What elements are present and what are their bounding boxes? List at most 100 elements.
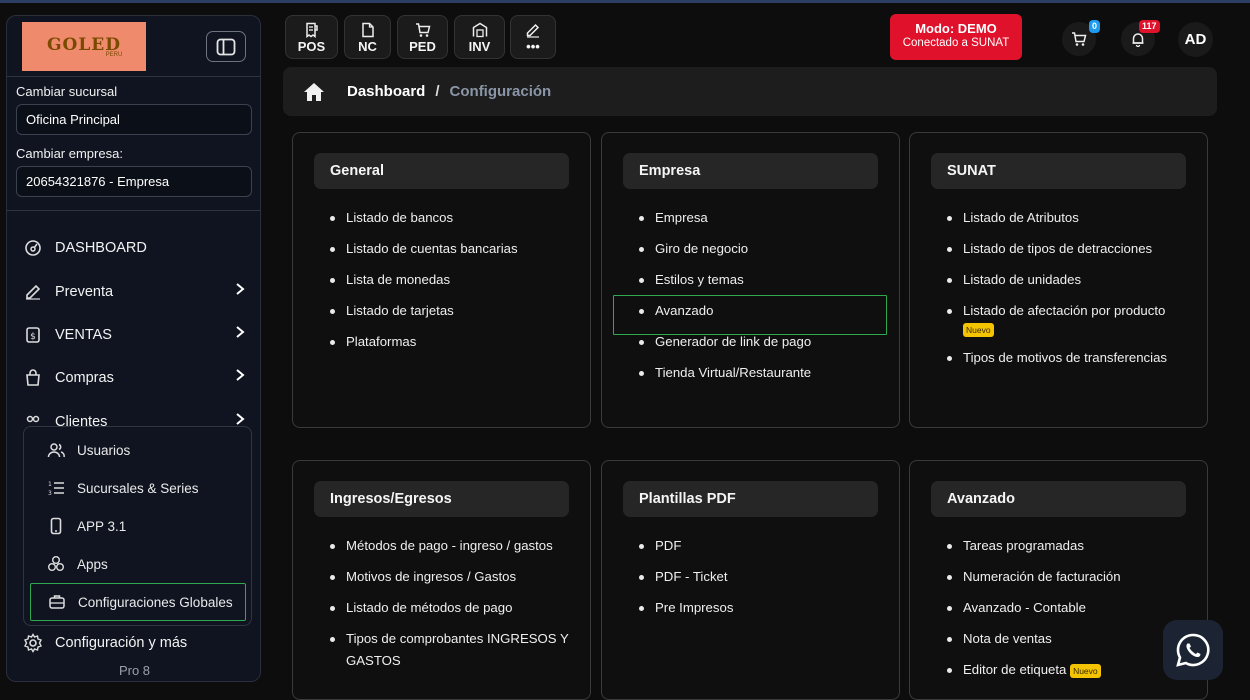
card-title: Ingresos/Egresos (314, 481, 569, 517)
card-list: Métodos de pago - ingreso / gastos Motiv… (293, 535, 590, 681)
card-general: General Listado de bancos Listado de cue… (292, 132, 591, 428)
toolbar-label: NC (358, 39, 377, 54)
cart-icon (415, 23, 430, 37)
gear-icon (23, 633, 43, 653)
list-item[interactable]: Listado de unidades (910, 269, 1207, 291)
list-item[interactable]: Giro de negocio (602, 238, 899, 260)
nav-label: Compras (55, 370, 114, 386)
whatsapp-icon (1176, 633, 1210, 667)
list-item[interactable]: Tipos de comprobantes INGRESOS Y GASTOS (293, 628, 590, 672)
list-item[interactable]: Listado de Atributos (910, 207, 1207, 229)
phone-icon (47, 517, 65, 535)
sidebar-toggle-button[interactable] (206, 31, 246, 62)
list-item[interactable]: Métodos de pago - ingreso / gastos (293, 535, 590, 557)
sidebar: GOLED PERU Cambiar sucursal Oficina Prin… (6, 15, 261, 682)
card-sunat: SUNAT Listado de Atributos Listado de ti… (909, 132, 1208, 428)
card-title: General (314, 153, 569, 189)
toolbar-label: INV (468, 39, 491, 54)
list-item[interactable]: Tipos de motivos de transferencias (910, 347, 1207, 369)
edit-icon (23, 282, 43, 302)
list-item[interactable]: PDF (602, 535, 899, 557)
submenu-item-configuraciones-globales[interactable]: Configuraciones Globales (30, 583, 246, 621)
toolbar-button-pos[interactable]: POS (285, 15, 338, 59)
card-title: Empresa (623, 153, 878, 189)
list-item[interactable]: Estilos y temas (602, 269, 899, 291)
submenu-label: Apps (77, 556, 108, 572)
sidebar-divider (7, 76, 260, 77)
card-title: Plantillas PDF (623, 481, 878, 517)
nav-item-dashboard[interactable]: DASHBOARD (23, 235, 247, 261)
svg-text:3: 3 (48, 490, 52, 497)
nav-item-ventas[interactable]: $ VENTAS (23, 322, 247, 348)
submenu-item-app[interactable]: APP 3.1 (30, 507, 246, 545)
company-logo[interactable]: GOLED PERU (22, 22, 146, 71)
briefcase-icon (48, 593, 66, 611)
apps-icon (47, 555, 65, 573)
nav-item-compras[interactable]: Compras (23, 365, 247, 391)
dashboard-icon (23, 238, 43, 258)
list-item[interactable]: Plataformas (293, 331, 590, 353)
breadcrumb-current: Configuración (449, 83, 552, 100)
breadcrumb-dashboard[interactable]: Dashboard (347, 83, 425, 100)
nav-label: Configuración y más (55, 635, 188, 651)
nav-item-configuracion[interactable]: Configuración y más (23, 630, 247, 656)
list-item[interactable]: Tareas programadas (910, 535, 1207, 557)
list-item-with-badge[interactable]: Listado de afectación por producto Nuevo (910, 300, 1207, 338)
demo-subtitle: Conectado a SUNAT (902, 37, 1010, 49)
settings-submenu: Usuarios 13 Sucursales & Series APP 3.1 … (23, 426, 252, 626)
list-item[interactable]: Listado de bancos (293, 207, 590, 229)
new-badge: Nuevo (1070, 663, 1101, 678)
submenu-item-sucursales[interactable]: 13 Sucursales & Series (30, 469, 246, 507)
submenu-label: Usuarios (77, 442, 131, 458)
submenu-item-usuarios[interactable]: Usuarios (30, 431, 246, 469)
list-item[interactable]: Listado de tarjetas (293, 300, 590, 322)
toolbar-button-nc[interactable]: NC (344, 15, 391, 59)
submenu-label: APP 3.1 (77, 518, 127, 534)
svg-text:$: $ (30, 332, 36, 342)
list-item[interactable]: PDF - Ticket (602, 566, 899, 588)
list-item[interactable]: Listado de métodos de pago (293, 597, 590, 619)
avatar[interactable]: AD (1178, 22, 1213, 57)
nav-item-preventa[interactable]: Preventa (23, 279, 247, 305)
company-select[interactable]: 20654321876 - Empresa (16, 166, 252, 197)
breadcrumb: Dashboard / Configuración (283, 67, 1217, 116)
toolbar-label: ••• (526, 39, 540, 54)
list-item[interactable]: Avanzado - Contable (910, 597, 1207, 619)
edit-icon (526, 23, 540, 38)
card-list: Listado de Atributos Listado de tipos de… (910, 207, 1207, 378)
breadcrumb-separator: / (435, 83, 440, 100)
toolbar-button-inv[interactable]: INV (454, 15, 505, 59)
list-item[interactable]: Empresa (602, 207, 899, 229)
list-item[interactable]: Lista de monedas (293, 269, 590, 291)
version-label: Pro 8 (118, 663, 151, 678)
users-icon (47, 441, 65, 459)
home-icon[interactable] (303, 82, 325, 102)
list-item[interactable]: Listado de cuentas bancarias (293, 238, 590, 260)
list-item-label: Listado de afectación por producto (963, 303, 1166, 318)
branch-select[interactable]: Oficina Principal (16, 104, 252, 135)
card-empresa: Empresa Empresa Giro de negocio Estilos … (601, 132, 900, 428)
card-title: Avanzado (931, 481, 1186, 517)
submenu-label: Configuraciones Globales (78, 594, 233, 610)
toolbar-button-ped[interactable]: PED (397, 15, 448, 59)
whatsapp-button[interactable] (1163, 620, 1223, 680)
list-item[interactable]: Motivos de ingresos / Gastos (293, 566, 590, 588)
chevron-right-icon (233, 282, 247, 300)
toolbar-label: POS (297, 39, 326, 54)
bag-icon (23, 368, 43, 388)
list-item[interactable]: Listado de tipos de detracciones (910, 238, 1207, 260)
demo-mode-banner[interactable]: Modo: DEMO Conectado a SUNAT (890, 14, 1022, 60)
sidebar-divider (7, 210, 260, 211)
bell-icon (1132, 33, 1144, 47)
list-item[interactable]: Numeración de facturación (910, 566, 1207, 588)
list-icon: 13 (47, 479, 65, 497)
nav-label: DASHBOARD (55, 240, 147, 256)
toolbar-button-more[interactable]: ••• (510, 15, 556, 59)
list-item[interactable]: Avanzado (602, 300, 899, 322)
list-item[interactable]: Generador de link de pago (602, 331, 899, 353)
list-item[interactable]: Tienda Virtual/Restaurante (602, 362, 899, 384)
money-icon: $ (23, 325, 43, 345)
card-list: Empresa Giro de negocio Estilos y temas … (602, 207, 899, 393)
list-item[interactable]: Pre Impresos (602, 597, 899, 619)
submenu-item-apps[interactable]: Apps (30, 545, 246, 583)
